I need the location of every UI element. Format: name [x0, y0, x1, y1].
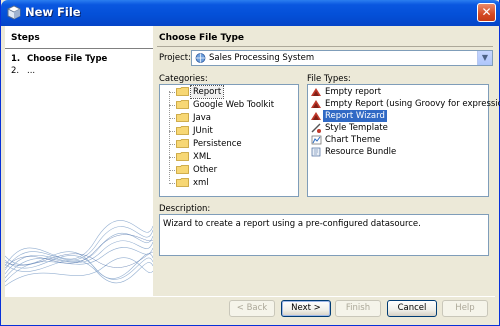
- file-types-list[interactable]: Empty report Empty Report (using Groovy …: [307, 84, 500, 197]
- categories-label: Categories:: [159, 74, 208, 84]
- tree-item-label: Google Web Toolkit: [193, 100, 275, 110]
- chevron-down-icon[interactable]: ▼: [477, 51, 492, 65]
- tree-item-xml[interactable]: XML: [169, 151, 295, 163]
- folder-icon: [176, 165, 189, 174]
- tree-item-report[interactable]: Report: [169, 85, 295, 99]
- steps-title: Steps: [11, 33, 40, 43]
- title-bar[interactable]: New File ✕: [1, 0, 500, 26]
- tree-item-persistence[interactable]: Persistence: [169, 138, 295, 150]
- project-value: Sales Processing System: [209, 53, 315, 63]
- folder-icon: [176, 139, 189, 148]
- close-button[interactable]: ✕: [477, 3, 496, 22]
- finish-button[interactable]: Finish: [335, 300, 381, 317]
- cancel-button[interactable]: Cancel: [387, 300, 437, 317]
- tree-item-junit[interactable]: JUnit: [169, 125, 295, 137]
- folder-icon: [176, 100, 189, 109]
- file-type-label: Empty Report (using Groovy for expressio…: [325, 99, 500, 109]
- project-label: Project:: [159, 53, 191, 63]
- button-bar-divider: [5, 296, 495, 297]
- window-title: New File: [25, 5, 81, 19]
- folder-icon: [176, 178, 189, 187]
- next-button[interactable]: Next >: [281, 300, 331, 317]
- tree-item-label: Other: [193, 165, 218, 175]
- step-label: ...: [27, 66, 36, 76]
- tree-connector: [169, 183, 175, 184]
- step-label: Choose File Type: [27, 54, 108, 64]
- tree-connector: [169, 170, 175, 171]
- file-type-label: Chart Theme: [325, 135, 381, 145]
- folder-icon: [176, 126, 189, 135]
- back-button[interactable]: < Back: [229, 300, 275, 317]
- cube-icon: [7, 5, 21, 20]
- step-number: 2.: [11, 66, 20, 76]
- steps-panel: Steps 1. Choose File Type 2....: [5, 26, 153, 296]
- tree-item-xml-lower[interactable]: xml: [169, 177, 295, 189]
- tree-connector: [169, 105, 175, 106]
- tree-item-label: XML: [193, 152, 211, 162]
- style-icon: [311, 123, 321, 133]
- report-icon: [311, 100, 321, 108]
- help-button[interactable]: Help: [442, 300, 488, 317]
- file-type-label: Resource Bundle: [325, 147, 397, 157]
- step-number: 1.: [11, 54, 21, 64]
- bundle-icon: [311, 147, 321, 157]
- new-file-dialog: New File ✕ Steps 1. Choose File Type 2...…: [0, 0, 500, 326]
- tree-connector: [169, 92, 175, 93]
- tree-item-java[interactable]: Java: [169, 112, 295, 124]
- folder-icon: [176, 113, 189, 122]
- tree-connector: [169, 131, 175, 132]
- file-type-empty-report[interactable]: Empty report: [310, 86, 486, 98]
- file-type-resource-bundle[interactable]: Resource Bundle: [310, 146, 486, 158]
- main-content: Choose File Type Project: Sales Processi…: [153, 26, 500, 296]
- step-item-2: 2....: [11, 66, 35, 76]
- close-icon: ✕: [481, 5, 492, 19]
- report-icon: [311, 88, 321, 96]
- file-type-label: Style Template: [325, 123, 388, 133]
- steps-divider: [5, 48, 153, 49]
- file-type-label: Report Wizard: [323, 110, 387, 122]
- file-types-label: File Types:: [307, 74, 351, 84]
- file-type-report-wizard[interactable]: Report Wizard: [310, 110, 486, 122]
- tree-item-label: Java: [193, 113, 211, 123]
- categories-tree[interactable]: Report Google Web Toolkit Java JUnit Per…: [159, 84, 299, 197]
- description-box: Wizard to create a report using a pre-co…: [159, 214, 489, 256]
- project-select[interactable]: Sales Processing System ▼: [191, 50, 493, 66]
- tree-connector: [169, 157, 175, 158]
- tree-item-google-web-toolkit[interactable]: Google Web Toolkit: [169, 99, 295, 111]
- page-title: Choose File Type: [159, 33, 245, 43]
- file-type-chart-theme[interactable]: Chart Theme: [310, 134, 486, 146]
- chart-icon: [311, 135, 322, 145]
- tree-item-other[interactable]: Other: [169, 164, 295, 176]
- decorative-waves: [5, 220, 153, 287]
- tree-item-label: xml: [193, 178, 209, 188]
- file-type-empty-report-groovy[interactable]: Empty Report (using Groovy for expressio…: [310, 98, 500, 110]
- tree-connector: [169, 118, 175, 119]
- file-type-style-template[interactable]: Style Template: [310, 122, 486, 134]
- file-type-label: Empty report: [325, 87, 382, 97]
- tree-connector: [169, 144, 175, 145]
- tree-item-label: Persistence: [193, 139, 242, 149]
- folder-icon: [176, 152, 189, 161]
- description-label: Description:: [159, 204, 211, 214]
- tree-item-label: JUnit: [193, 126, 213, 136]
- title-divider: [157, 46, 493, 47]
- step-item-1: 1. Choose File Type: [11, 54, 107, 64]
- tree-item-label: Report: [189, 85, 225, 99]
- report-icon: [311, 112, 321, 120]
- project-icon: [195, 53, 206, 63]
- folder-icon: [176, 87, 189, 96]
